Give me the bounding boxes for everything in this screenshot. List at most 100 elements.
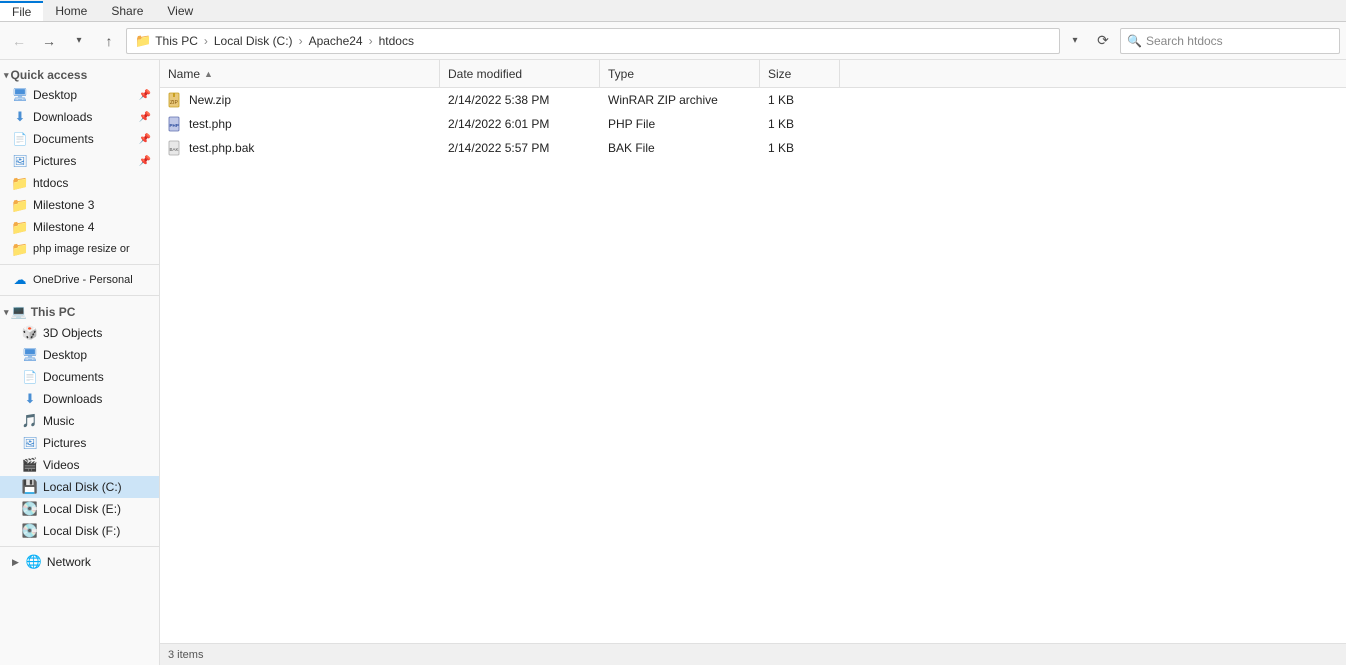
sidebar-item-3dobjects[interactable]: 🎲 3D Objects xyxy=(0,322,159,344)
sidebar-item-label: Desktop xyxy=(43,348,87,362)
file-size-cell: 1 KB xyxy=(760,136,840,160)
sidebar-item-localdisk-c[interactable]: 💾 Local Disk (C:) xyxy=(0,476,159,498)
up-button[interactable]: ↑ xyxy=(96,28,122,54)
file-name-cell: BAK test.php.bak xyxy=(160,136,440,160)
file-type: WinRAR ZIP archive xyxy=(608,93,718,107)
sidebar-divider-1 xyxy=(0,264,159,265)
ribbon-tab-share[interactable]: Share xyxy=(99,2,155,20)
table-row[interactable]: ZIP New.zip 2/14/2022 5:38 PM WinRAR ZIP… xyxy=(160,88,1346,112)
address-dropdown-button[interactable]: ▾ xyxy=(1064,28,1086,54)
file-type-cell: PHP File xyxy=(600,112,760,136)
sidebar-item-documents[interactable]: 📄 Documents xyxy=(0,366,159,388)
col-name-label: Name xyxy=(168,67,200,81)
documents-icon: 📄 xyxy=(12,131,28,147)
sidebar: ▾ Quick access 🖥 Desktop 📌 ⬇ Downloads 📌… xyxy=(0,60,160,665)
sidebar-item-network[interactable]: ▶ 🌐 Network xyxy=(0,551,159,573)
sidebar-item-downloads[interactable]: ⬇ Downloads xyxy=(0,388,159,410)
file-name: test.php xyxy=(189,117,232,131)
back-button[interactable]: ← xyxy=(6,28,32,54)
sidebar-item-label: Local Disk (E:) xyxy=(43,502,121,516)
table-row[interactable]: BAK test.php.bak 2/14/2022 5:57 PM BAK F… xyxy=(160,136,1346,160)
sidebar-item-milestone3[interactable]: 📁 Milestone 3 xyxy=(0,194,159,216)
svg-text:BAK: BAK xyxy=(170,147,179,152)
file-name: New.zip xyxy=(189,93,231,107)
sidebar-item-php-resize[interactable]: 📁 php image resize or xyxy=(0,238,159,260)
col-header-size[interactable]: Size xyxy=(760,60,840,87)
col-header-name[interactable]: Name ▲ xyxy=(160,60,440,87)
file-date: 2/14/2022 6:01 PM xyxy=(448,117,549,131)
thispc-group[interactable]: ▾ 💻 This PC xyxy=(0,300,159,322)
drive-c-icon: 💾 xyxy=(22,479,38,495)
desktop-icon: 🖥 xyxy=(12,87,28,103)
php-icon: PHP xyxy=(168,116,184,132)
bak-icon: BAK xyxy=(168,140,184,156)
ribbon-tab-home[interactable]: Home xyxy=(43,2,99,20)
main-layout: ▾ Quick access 🖥 Desktop 📌 ⬇ Downloads 📌… xyxy=(0,60,1346,665)
sidebar-item-videos[interactable]: 🎬 Videos xyxy=(0,454,159,476)
search-box[interactable]: 🔍 Search htdocs xyxy=(1120,28,1340,54)
address-bar-row: ← → ▾ ↑ 📁 This PC › Local Disk (C:) › Ap… xyxy=(0,22,1346,60)
sidebar-item-htdocs[interactable]: 📁 htdocs xyxy=(0,172,159,194)
videos-icon: 🎬 xyxy=(22,457,38,473)
col-header-date[interactable]: Date modified xyxy=(440,60,600,87)
breadcrumb-sep-2: › xyxy=(299,34,303,48)
sidebar-item-onedrive[interactable]: ☁ OneDrive - Personal xyxy=(0,269,159,291)
search-placeholder: Search htdocs xyxy=(1146,34,1223,48)
table-row[interactable]: PHP test.php 2/14/2022 6:01 PM PHP File … xyxy=(160,112,1346,136)
sidebar-item-pictures-quick[interactable]: 🖼 Pictures 📌 xyxy=(0,150,159,172)
3d-objects-icon: 🎲 xyxy=(22,325,38,341)
sidebar-item-label: htdocs xyxy=(33,176,68,190)
sidebar-item-label: Downloads xyxy=(33,110,92,124)
column-header-row: Name ▲ Date modified Type Size xyxy=(160,60,1346,88)
folder-icon: 📁 xyxy=(12,241,28,257)
refresh-button[interactable]: ⟳ xyxy=(1090,28,1116,54)
file-date-cell: 2/14/2022 6:01 PM xyxy=(440,112,600,136)
sidebar-item-milestone4[interactable]: 📁 Milestone 4 xyxy=(0,216,159,238)
file-date-cell: 2/14/2022 5:57 PM xyxy=(440,136,600,160)
svg-text:PHP: PHP xyxy=(170,123,179,128)
pin-icon: 📌 xyxy=(139,156,151,167)
file-date: 2/14/2022 5:38 PM xyxy=(448,93,549,107)
sidebar-item-label: Pictures xyxy=(33,154,76,168)
file-size: 1 KB xyxy=(768,93,794,107)
breadcrumb-sep-1: › xyxy=(204,34,208,48)
pictures-icon: 🖼 xyxy=(12,153,28,169)
thispc-label: This PC xyxy=(31,305,76,319)
file-type: PHP File xyxy=(608,117,655,131)
forward-button[interactable]: → xyxy=(36,28,62,54)
sidebar-item-label: OneDrive - Personal xyxy=(33,274,133,286)
status-text: 3 items xyxy=(168,649,203,661)
sidebar-item-label: Music xyxy=(43,414,74,428)
ribbon-tab-file[interactable]: File xyxy=(0,1,43,21)
file-size-cell: 1 KB xyxy=(760,112,840,136)
sidebar-item-localdisk-f[interactable]: 💽 Local Disk (F:) xyxy=(0,520,159,542)
file-type-cell: WinRAR ZIP archive xyxy=(600,88,760,112)
file-list: ZIP New.zip 2/14/2022 5:38 PM WinRAR ZIP… xyxy=(160,88,1346,643)
thispc-icon: 💻 xyxy=(11,304,27,320)
onedrive-icon: ☁ xyxy=(12,272,28,288)
folder-icon: 📁 xyxy=(12,219,28,235)
file-type: BAK File xyxy=(608,141,655,155)
sidebar-item-pictures[interactable]: 🖼 Pictures xyxy=(0,432,159,454)
breadcrumb-apache24: Apache24 xyxy=(309,34,363,48)
sidebar-item-desktop-quick[interactable]: 🖥 Desktop 📌 xyxy=(0,84,159,106)
sidebar-item-documents-quick[interactable]: 📄 Documents 📌 xyxy=(0,128,159,150)
col-header-type[interactable]: Type xyxy=(600,60,760,87)
sidebar-item-music[interactable]: 🎵 Music xyxy=(0,410,159,432)
sidebar-item-downloads-quick[interactable]: ⬇ Downloads 📌 xyxy=(0,106,159,128)
quick-access-group[interactable]: ▾ Quick access xyxy=(0,64,159,84)
folder-icon: 📁 xyxy=(12,175,28,191)
col-size-label: Size xyxy=(768,67,791,81)
file-name-cell: PHP test.php xyxy=(160,112,440,136)
zip-icon: ZIP xyxy=(168,92,184,108)
address-box[interactable]: 📁 This PC › Local Disk (C:) › Apache24 ›… xyxy=(126,28,1060,54)
sidebar-item-desktop[interactable]: 🖥 Desktop xyxy=(0,344,159,366)
quick-access-expand-icon: ▾ xyxy=(4,70,9,81)
sidebar-item-localdisk-e[interactable]: 💽 Local Disk (E:) xyxy=(0,498,159,520)
svg-text:ZIP: ZIP xyxy=(170,100,178,106)
sidebar-item-label: php image resize or xyxy=(33,243,130,255)
drive-f-icon: 💽 xyxy=(22,523,38,539)
breadcrumb-thispc: This PC xyxy=(155,34,198,48)
recent-locations-button[interactable]: ▾ xyxy=(66,28,92,54)
ribbon-tab-view[interactable]: View xyxy=(155,2,205,20)
